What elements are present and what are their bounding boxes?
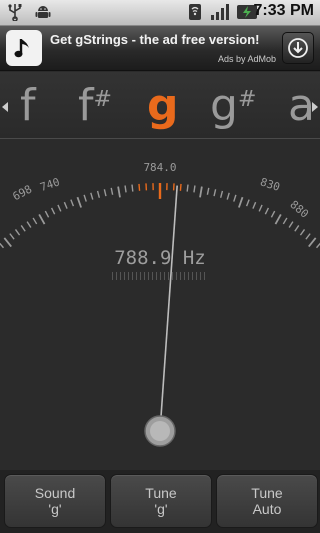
dial-tick	[219, 190, 224, 198]
music-note-icon	[6, 30, 42, 66]
dial-tick	[44, 210, 50, 218]
scroll-left-icon[interactable]	[2, 102, 8, 112]
dial-tick	[193, 185, 196, 193]
dial-tick	[57, 204, 62, 212]
dial-tick	[199, 186, 203, 198]
note-f-sharp[interactable]: f#	[78, 82, 112, 138]
dial-tick	[14, 229, 21, 236]
note-g-selected[interactable]: g	[147, 82, 179, 130]
tune-auto-button[interactable]: Tune Auto	[216, 474, 318, 528]
dial-tick	[282, 217, 288, 225]
dial-tick	[90, 192, 94, 200]
scroll-right-icon[interactable]	[312, 102, 318, 112]
dial-tick	[50, 207, 56, 215]
dial-tick	[288, 221, 294, 228]
ad-title[interactable]: Get gStrings - the ad free version!	[50, 32, 260, 47]
sound-button-line2: 'g'	[48, 501, 62, 517]
dial-tick	[245, 199, 250, 207]
tuner-needle	[159, 185, 178, 432]
dial-tick	[32, 217, 38, 225]
dial-tick	[238, 196, 244, 208]
dial-tick	[270, 210, 276, 218]
dial-tick	[76, 196, 82, 208]
dial-tick	[213, 189, 217, 197]
dial-tick	[20, 225, 26, 232]
tuner-meter: 784.0 698 740 830 880 788.9 Hz	[0, 140, 320, 470]
dial-tick	[294, 225, 300, 232]
scale-label-740: 740	[38, 175, 61, 194]
dial-tick	[258, 204, 263, 212]
dial-tick	[206, 187, 210, 195]
dial-tick	[308, 237, 317, 248]
frequency-scale	[112, 272, 208, 280]
scale-label-830: 830	[259, 175, 282, 194]
sound-button-line1: Sound	[34, 485, 76, 501]
dial-tick	[131, 184, 134, 192]
note-g-sharp[interactable]: g#	[210, 82, 256, 138]
dial-tick	[38, 213, 46, 225]
download-button[interactable]	[282, 32, 314, 64]
ad-attribution: Ads by AdMob	[217, 54, 276, 64]
tune-note-button-line2: 'g'	[154, 501, 168, 517]
tune-note-button[interactable]: Tune 'g'	[110, 474, 212, 528]
detected-frequency: 788.9 Hz	[114, 247, 206, 269]
usb-icon	[8, 4, 22, 21]
android-debug-icon	[35, 6, 51, 18]
note-a[interactable]: a	[288, 82, 315, 130]
dial-tick	[110, 187, 114, 195]
dial-tick	[124, 185, 127, 193]
dial-tick	[299, 229, 306, 236]
clock: 7:33 PM	[253, 2, 314, 19]
tune-auto-button-line2: Auto	[252, 501, 282, 517]
tune-auto-button-line1: Tune	[251, 485, 283, 501]
network-icon	[189, 4, 201, 20]
sound-button[interactable]: Sound 'g'	[4, 474, 106, 528]
needle-pivot-inner	[150, 421, 170, 441]
signal-icon	[211, 4, 229, 20]
divider	[0, 138, 320, 139]
dial-tick	[9, 233, 15, 240]
dial-tick	[179, 183, 182, 191]
ad-banner[interactable]: Get gStrings - the ad free version! Ads …	[0, 26, 320, 71]
tuner-dial: 784.0 698 740 830 880	[0, 161, 320, 447]
dial-tick	[305, 233, 311, 240]
dial-tick	[226, 192, 230, 200]
dial-tick	[233, 194, 237, 202]
note-f[interactable]: f	[20, 82, 36, 130]
dial-tick	[252, 201, 257, 209]
download-icon	[288, 38, 308, 58]
scale-label-880: 880	[287, 198, 311, 221]
dial-tick	[138, 183, 141, 191]
dial-tick	[83, 194, 87, 202]
dial-tick	[264, 207, 270, 215]
status-bar: 7:33 PM	[0, 0, 320, 26]
dial-tick	[26, 221, 32, 228]
dial-tick	[70, 199, 75, 207]
dial-tick	[274, 213, 282, 225]
button-bar: Sound 'g' Tune 'g' Tune Auto	[0, 470, 320, 533]
dial-tick	[186, 184, 189, 192]
dial-tick	[117, 186, 121, 198]
dial-tick	[3, 237, 12, 248]
note-selector[interactable]: f f# g g# a	[0, 72, 320, 138]
tune-note-button-line1: Tune	[145, 485, 177, 501]
dial-tick	[63, 201, 68, 209]
scale-label-698: 698	[11, 183, 35, 204]
dial-tick	[96, 190, 101, 198]
dial-tick	[103, 189, 107, 197]
target-frequency-label: 784.0	[143, 161, 176, 174]
